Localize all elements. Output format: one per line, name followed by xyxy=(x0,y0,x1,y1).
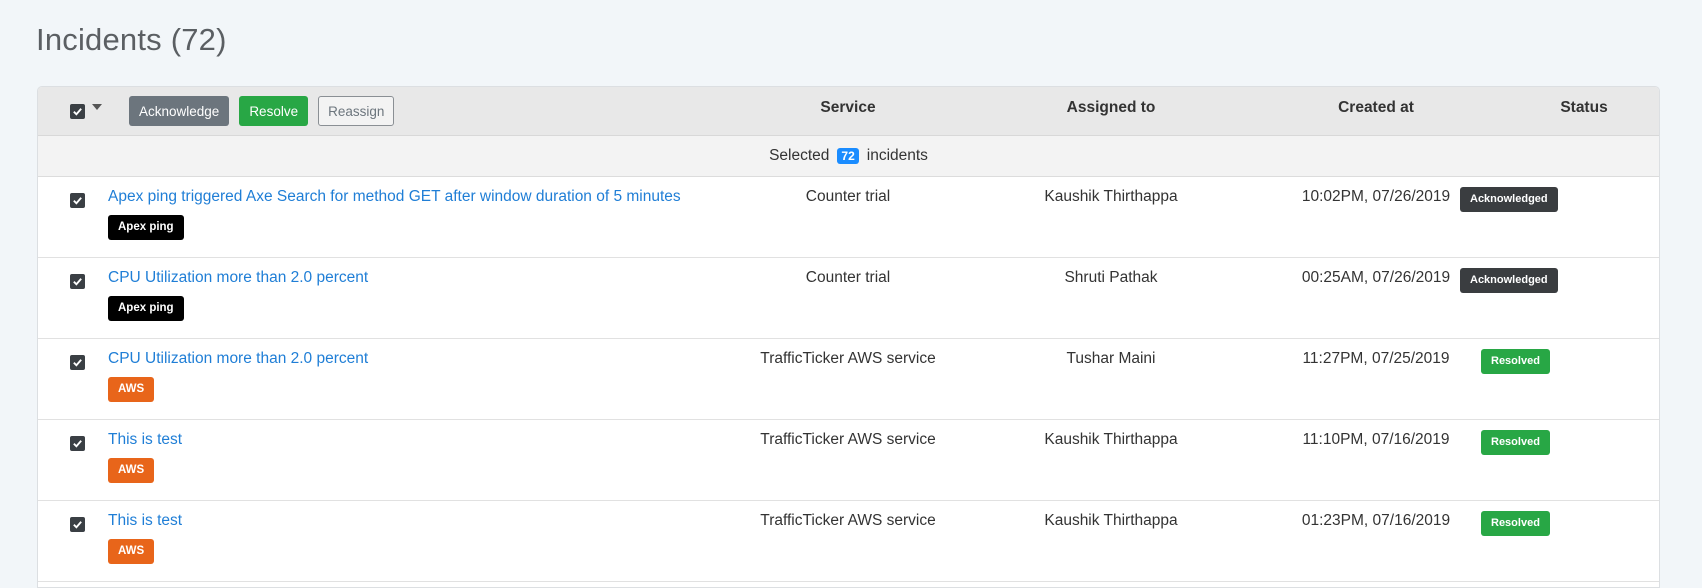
table-header: Acknowledge Resolve Reassign Service Ass… xyxy=(38,87,1659,136)
status-badge: Acknowledged xyxy=(1460,187,1558,212)
table-row[interactable]: CPU Utilization more than 2.0 percent AW… xyxy=(38,339,1659,420)
status-badge: Resolved xyxy=(1481,349,1550,374)
assigned-to-cell: Shruti Pathak xyxy=(1064,269,1158,286)
service-cell: TrafficTicker AWS service xyxy=(760,431,936,448)
page-title: Incidents (72) xyxy=(36,22,227,57)
selection-prefix: Selected xyxy=(769,147,830,164)
reassign-button[interactable]: Reassign xyxy=(318,96,395,126)
table-row[interactable]: Apex ping triggered Axe Search for metho… xyxy=(38,177,1659,258)
created-at-cell: 11:10PM, 07/16/2019 xyxy=(1302,431,1450,448)
chevron-down-icon[interactable] xyxy=(92,104,102,110)
status-badge: Acknowledged xyxy=(1460,268,1558,293)
selection-suffix: incidents xyxy=(866,147,928,164)
incident-tag: AWS xyxy=(108,539,155,564)
service-cell: TrafficTicker AWS service xyxy=(760,350,936,367)
service-cell: Counter trial xyxy=(805,269,891,286)
resolve-button[interactable]: Resolve xyxy=(239,96,309,126)
column-header-created-at: Created at xyxy=(1338,99,1414,116)
created-at-cell: 11:27PM, 07/25/2019 xyxy=(1302,350,1450,367)
incident-title-link[interactable]: This is test xyxy=(108,512,182,530)
table-row[interactable]: This is test AWS TrafficTicker AWS servi… xyxy=(38,420,1659,501)
incident-title-link[interactable]: This is test xyxy=(108,431,182,449)
incident-tag: AWS xyxy=(108,458,155,483)
checkbox-checked-icon xyxy=(73,107,82,116)
checkbox-checked-icon xyxy=(73,440,82,448)
table-body: Apex ping triggered Axe Search for metho… xyxy=(38,177,1659,582)
row-checkbox[interactable] xyxy=(70,517,85,532)
incident-title-link[interactable]: Apex ping triggered Axe Search for metho… xyxy=(108,188,681,206)
status-badge: Resolved xyxy=(1481,430,1550,455)
service-cell: TrafficTicker AWS service xyxy=(760,512,936,529)
select-all-checkbox[interactable] xyxy=(70,103,85,119)
created-at-cell: 10:02PM, 07/26/2019 xyxy=(1301,188,1451,205)
assigned-to-cell: Kaushik Thirthappa xyxy=(1044,431,1178,448)
bulk-actions: Acknowledge Resolve Reassign xyxy=(70,96,395,126)
service-cell: Counter trial xyxy=(805,188,891,205)
selection-summary: Selected 72 incidents xyxy=(38,136,1659,177)
selected-count-badge: 72 xyxy=(837,148,859,164)
row-checkbox[interactable] xyxy=(70,355,85,370)
column-header-status: Status xyxy=(1560,99,1608,116)
incident-tag: Apex ping xyxy=(108,215,184,240)
checkbox-checked-icon xyxy=(73,521,82,529)
checkbox-checked-icon xyxy=(73,197,82,205)
checkbox-checked-icon xyxy=(73,278,82,286)
checkbox-checked-icon xyxy=(73,359,82,367)
incident-tag: AWS xyxy=(108,377,155,402)
table-row[interactable]: This is test AWS TrafficTicker AWS servi… xyxy=(38,501,1659,582)
row-checkbox[interactable] xyxy=(70,436,85,451)
incident-title-link[interactable]: CPU Utilization more than 2.0 percent xyxy=(108,350,368,368)
acknowledge-button[interactable]: Acknowledge xyxy=(129,96,230,126)
incidents-table: Acknowledge Resolve Reassign Service Ass… xyxy=(37,86,1660,588)
assigned-to-cell: Tushar Maini xyxy=(1066,350,1156,367)
incident-tag: Apex ping xyxy=(108,296,184,321)
assigned-to-cell: Kaushik Thirthappa xyxy=(1044,188,1178,205)
assigned-to-cell: Kaushik Thirthappa xyxy=(1044,512,1178,529)
row-checkbox[interactable] xyxy=(70,193,85,208)
created-at-cell: 01:23PM, 07/16/2019 xyxy=(1301,512,1451,529)
column-header-service: Service xyxy=(820,99,876,116)
table-row[interactable]: CPU Utilization more than 2.0 percent Ap… xyxy=(38,258,1659,339)
row-checkbox[interactable] xyxy=(70,274,85,289)
column-header-assigned-to: Assigned to xyxy=(1066,99,1156,116)
status-badge: Resolved xyxy=(1481,511,1550,536)
incident-title-link[interactable]: CPU Utilization more than 2.0 percent xyxy=(108,269,368,287)
created-at-cell: 00:25AM, 07/26/2019 xyxy=(1301,269,1451,286)
